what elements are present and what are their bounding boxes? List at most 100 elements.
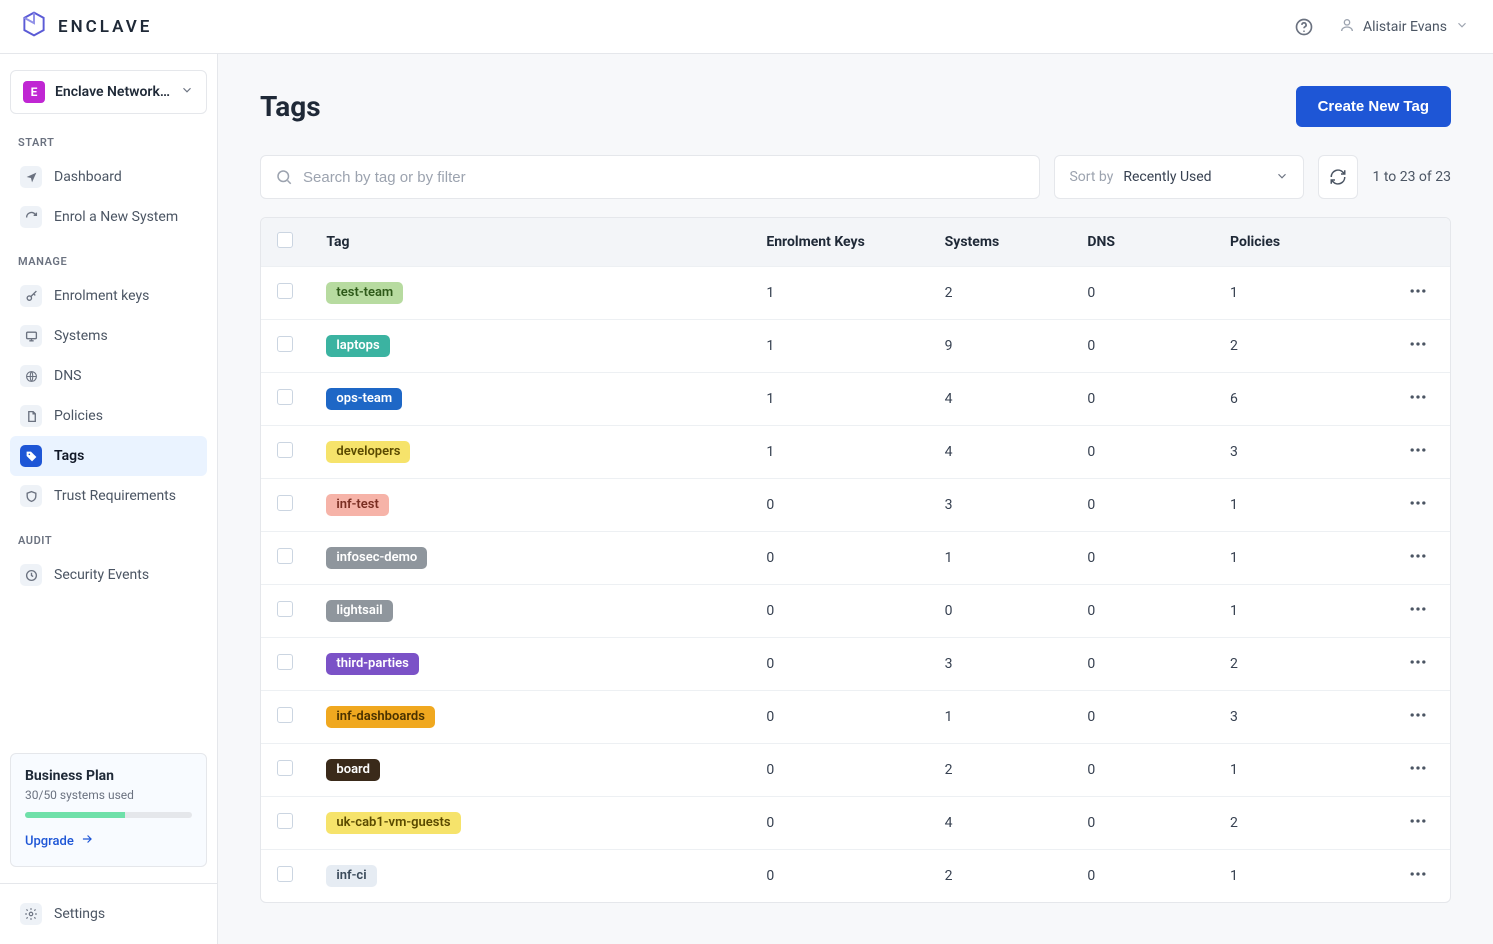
sort-select[interactable]: Sort by Recently Used: [1054, 155, 1304, 199]
refresh-icon: [1329, 168, 1347, 186]
row-checkbox[interactable]: [277, 283, 293, 299]
sidebar-item-enrol[interactable]: Enrol a New System: [10, 197, 207, 237]
org-name: Enclave Networks …: [55, 84, 170, 100]
tag-chip[interactable]: inf-dashboards: [326, 706, 434, 728]
user-icon: [1339, 17, 1355, 37]
gear-icon: [20, 903, 42, 925]
sidebar-item-tags[interactable]: Tags: [10, 436, 207, 476]
table-row: uk-cab1-vm-guests0402: [261, 797, 1450, 850]
user-name: Alistair Evans: [1363, 19, 1447, 35]
row-actions-button[interactable]: [1408, 334, 1428, 354]
row-checkbox[interactable]: [277, 442, 293, 458]
tag-chip[interactable]: test-team: [326, 282, 403, 304]
nav-group-label: AUDIT: [10, 534, 207, 555]
brand-name: ENCLAVE: [58, 17, 152, 37]
row-actions-button[interactable]: [1408, 705, 1428, 725]
sidebar-item-dashboard[interactable]: Dashboard: [10, 157, 207, 197]
search-input[interactable]: [303, 169, 1025, 186]
cell-keys: 0: [750, 850, 928, 903]
sidebar-item-dns[interactable]: DNS: [10, 356, 207, 396]
col-systems: Systems: [929, 218, 1072, 267]
row-checkbox[interactable]: [277, 495, 293, 511]
sidebar-item-enrolment-keys[interactable]: Enrolment keys: [10, 276, 207, 316]
row-actions-button[interactable]: [1408, 758, 1428, 778]
row-actions-button[interactable]: [1408, 387, 1428, 407]
cell-keys: 1: [750, 373, 928, 426]
row-actions-button[interactable]: [1408, 864, 1428, 884]
sidebar-item-label: Enrol a New System: [54, 209, 178, 225]
org-switcher[interactable]: E Enclave Networks …: [10, 70, 207, 114]
sidebar-item-label: Systems: [54, 328, 108, 344]
tag-chip[interactable]: infosec-demo: [326, 547, 427, 569]
row-checkbox[interactable]: [277, 707, 293, 723]
cell-keys: 0: [750, 744, 928, 797]
row-checkbox[interactable]: [277, 389, 293, 405]
cell-policies: 2: [1214, 797, 1392, 850]
row-actions-button[interactable]: [1408, 440, 1428, 460]
tag-icon: [20, 445, 42, 467]
table-row: inf-ci0201: [261, 850, 1450, 903]
cell-dns: 0: [1071, 532, 1214, 585]
row-checkbox[interactable]: [277, 601, 293, 617]
help-icon[interactable]: [1293, 16, 1315, 38]
tag-chip[interactable]: uk-cab1-vm-guests: [326, 812, 460, 834]
sidebar-item-trust[interactable]: Trust Requirements: [10, 476, 207, 516]
search-box[interactable]: [260, 155, 1040, 199]
tag-chip[interactable]: inf-test: [326, 494, 388, 516]
page-title: Tags: [260, 90, 321, 123]
cell-policies: 1: [1214, 585, 1392, 638]
cell-keys: 0: [750, 638, 928, 691]
select-all-checkbox[interactable]: [277, 232, 293, 248]
sidebar-item-label: Dashboard: [54, 169, 122, 185]
row-actions-button[interactable]: [1408, 811, 1428, 831]
row-checkbox[interactable]: [277, 760, 293, 776]
sidebar-item-label: Trust Requirements: [54, 488, 176, 504]
tag-chip[interactable]: laptops: [326, 335, 389, 357]
tag-chip[interactable]: inf-ci: [326, 865, 376, 887]
tag-chip[interactable]: ops-team: [326, 388, 402, 410]
cell-dns: 0: [1071, 320, 1214, 373]
row-actions-button[interactable]: [1408, 493, 1428, 513]
sidebar: E Enclave Networks … STARTDashboardEnrol…: [0, 54, 218, 944]
cell-systems: 2: [929, 850, 1072, 903]
table-row: infosec-demo0101: [261, 532, 1450, 585]
row-actions-button[interactable]: [1408, 281, 1428, 301]
cell-systems: 4: [929, 373, 1072, 426]
key-icon: [20, 285, 42, 307]
upgrade-link[interactable]: Upgrade: [25, 832, 192, 850]
tag-chip[interactable]: lightsail: [326, 600, 392, 622]
cell-keys: 0: [750, 585, 928, 638]
refresh-icon: [20, 206, 42, 228]
row-checkbox[interactable]: [277, 336, 293, 352]
nav-group-label: MANAGE: [10, 255, 207, 276]
sidebar-item-label: DNS: [54, 368, 82, 384]
col-keys: Enrolment Keys: [750, 218, 928, 267]
tags-table: Tag Enrolment Keys Systems DNS Policies …: [260, 217, 1451, 903]
create-tag-button[interactable]: Create New Tag: [1296, 86, 1451, 127]
nav-arrow-icon: [20, 166, 42, 188]
refresh-button[interactable]: [1318, 155, 1358, 199]
row-actions-button[interactable]: [1408, 599, 1428, 619]
user-menu[interactable]: Alistair Evans: [1339, 17, 1469, 37]
sidebar-item-label: Security Events: [54, 567, 149, 583]
tag-chip[interactable]: third-parties: [326, 653, 418, 675]
tag-chip[interactable]: board: [326, 759, 380, 781]
sidebar-item-settings[interactable]: Settings: [10, 894, 207, 934]
cell-keys: 1: [750, 320, 928, 373]
row-actions-button[interactable]: [1408, 652, 1428, 672]
cell-dns: 0: [1071, 744, 1214, 797]
col-dns: DNS: [1071, 218, 1214, 267]
arrow-right-icon: [80, 832, 94, 850]
row-checkbox[interactable]: [277, 654, 293, 670]
tag-chip[interactable]: developers: [326, 441, 410, 463]
sidebar-item-security-events[interactable]: Security Events: [10, 555, 207, 595]
row-actions-button[interactable]: [1408, 546, 1428, 566]
sidebar-item-policies[interactable]: Policies: [10, 396, 207, 436]
doc-icon: [20, 405, 42, 427]
sidebar-item-label: Enrolment keys: [54, 288, 149, 304]
table-row: lightsail0001: [261, 585, 1450, 638]
sidebar-item-systems[interactable]: Systems: [10, 316, 207, 356]
row-checkbox[interactable]: [277, 813, 293, 829]
row-checkbox[interactable]: [277, 548, 293, 564]
row-checkbox[interactable]: [277, 866, 293, 882]
